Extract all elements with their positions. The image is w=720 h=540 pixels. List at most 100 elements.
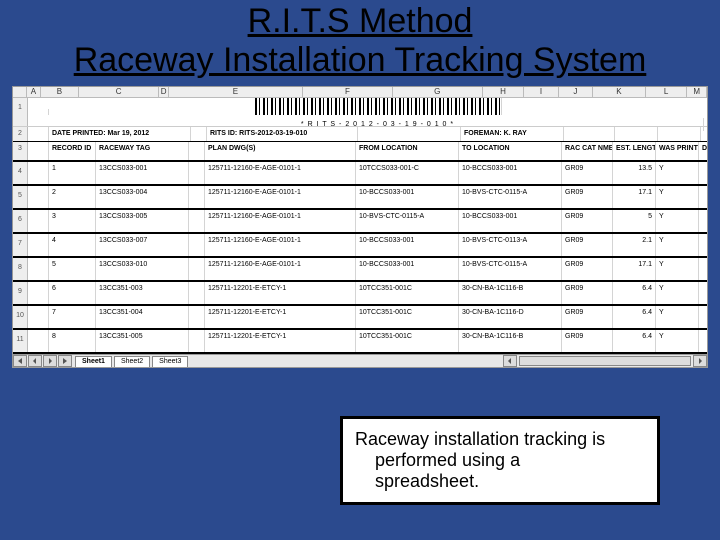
cell-to[interactable]: 30-CN-BA-1C116-D — [459, 306, 562, 328]
cell-from[interactable]: 10-BVS-CTC-0115-A — [356, 210, 459, 232]
cell-was-printed[interactable]: Y — [656, 306, 699, 328]
hdr-date-installed[interactable]: DATE INSTALLED — [699, 142, 707, 160]
row-header[interactable]: 6 — [13, 210, 28, 232]
sheet-tab-1[interactable]: Sheet1 — [75, 356, 112, 367]
date-printed[interactable]: DATE PRINTED: Mar 19, 2012 — [49, 127, 191, 141]
col-K[interactable]: K — [593, 87, 646, 98]
cell-raccat[interactable]: GR09 — [562, 210, 613, 232]
col-A[interactable]: A — [27, 87, 41, 98]
cell-date-installed[interactable] — [699, 210, 707, 232]
cell-was-printed[interactable]: Y — [656, 186, 699, 208]
cell-from[interactable]: 10-BCCS033-001 — [356, 186, 459, 208]
row-header-3[interactable]: 3 — [13, 142, 28, 160]
col-M[interactable]: M — [687, 87, 707, 98]
cell-est-length[interactable]: 2.1 — [613, 234, 656, 256]
row-header[interactable]: 5 — [13, 186, 28, 208]
cell-date-installed[interactable] — [699, 162, 707, 184]
cell-plan-dwg[interactable]: 125711-12201-E-ETCY-1 — [205, 330, 356, 352]
cell-raceway-tag[interactable]: 13CCS033-005 — [96, 210, 189, 232]
select-all-cell[interactable] — [13, 87, 27, 98]
cell-to[interactable]: 10-BVS-CTC-0115-A — [459, 186, 562, 208]
cell-est-length[interactable]: 6.4 — [613, 282, 656, 304]
cell-raceway-tag[interactable]: 13CCS033-004 — [96, 186, 189, 208]
cell-from[interactable]: 10-BCCS033-001 — [356, 258, 459, 280]
cell-date-installed[interactable] — [699, 306, 707, 328]
cell-raceway-tag[interactable]: 13CCS033-001 — [96, 162, 189, 184]
cell-date-installed[interactable] — [699, 234, 707, 256]
row-header[interactable]: 9 — [13, 282, 28, 304]
hdr-raccat[interactable]: RAC CAT NMBR — [562, 142, 613, 160]
foreman[interactable]: FOREMAN: K. RAY — [461, 127, 564, 141]
cell-from[interactable]: 10TCC351-001C — [356, 282, 459, 304]
hdr-was-printed[interactable]: WAS PRINTED — [656, 142, 699, 160]
cell-to[interactable]: 10-BCCS033-001 — [459, 210, 562, 232]
cell-to[interactable]: 30-CN-BA-1C116-B — [459, 282, 562, 304]
row-header-1[interactable]: 1 — [13, 98, 28, 126]
cell-was-printed[interactable]: Y — [656, 162, 699, 184]
cell-date-installed[interactable] — [699, 282, 707, 304]
row-header[interactable]: 7 — [13, 234, 28, 256]
cell-est-length[interactable]: 6.4 — [613, 330, 656, 352]
cell-from[interactable]: 10TCC351-001C — [356, 330, 459, 352]
row-header[interactable]: 4 — [13, 162, 28, 184]
cell-was-printed[interactable]: Y — [656, 210, 699, 232]
cell-raccat[interactable]: GR09 — [562, 306, 613, 328]
cell-raceway-tag[interactable]: 13CC351-003 — [96, 282, 189, 304]
cell-plan-dwg[interactable]: 125711-12160-E-AGE-0101-1 — [205, 234, 356, 256]
cell-plan-dwg[interactable]: 125711-12160-E-AGE-0101-1 — [205, 258, 356, 280]
cell-to[interactable]: 30-CN-BA-1C116-B — [459, 330, 562, 352]
row-header[interactable]: 10 — [13, 306, 28, 328]
col-J[interactable]: J — [559, 87, 593, 98]
cell-raceway-tag[interactable]: 13CCS033-010 — [96, 258, 189, 280]
cell-record-id[interactable]: 7 — [49, 306, 96, 328]
cell-raccat[interactable]: GR09 — [562, 258, 613, 280]
cell-record-id[interactable]: 2 — [49, 186, 96, 208]
col-F[interactable]: F — [303, 87, 393, 98]
cell-plan-dwg[interactable]: 125711-12201-E-ETCY-1 — [205, 306, 356, 328]
tab-prev-icon[interactable] — [28, 355, 42, 367]
sheet-tab-3[interactable]: Sheet3 — [152, 356, 188, 367]
cell-from[interactable]: 10TCCS033-001-C — [356, 162, 459, 184]
cell-est-length[interactable]: 5 — [613, 210, 656, 232]
cell-plan-dwg[interactable]: 125711-12160-E-AGE-0101-1 — [205, 162, 356, 184]
tab-next-icon[interactable] — [43, 355, 57, 367]
cell-est-length[interactable]: 13.5 — [613, 162, 656, 184]
cell-record-id[interactable]: 5 — [49, 258, 96, 280]
hdr-record-id[interactable]: RECORD ID — [49, 142, 96, 160]
cell-est-length[interactable]: 17.1 — [613, 186, 656, 208]
col-I[interactable]: I — [524, 87, 558, 98]
col-H[interactable]: H — [483, 87, 525, 98]
row-header-2[interactable]: 2 — [13, 127, 28, 141]
cell-raccat[interactable]: GR09 — [562, 234, 613, 256]
hscroll-left-icon[interactable] — [503, 355, 517, 367]
cell-from[interactable]: 10-BCCS033-001 — [356, 234, 459, 256]
tab-first-icon[interactable] — [13, 355, 27, 367]
cell-was-printed[interactable]: Y — [656, 330, 699, 352]
row-header[interactable]: 8 — [13, 258, 28, 280]
col-C[interactable]: C — [79, 87, 160, 98]
cell-raceway-tag[interactable]: 13CC351-004 — [96, 306, 189, 328]
cell-from[interactable]: 10TCC351-001C — [356, 306, 459, 328]
cell-date-installed[interactable] — [699, 186, 707, 208]
cell-plan-dwg[interactable]: 125711-12160-E-AGE-0101-1 — [205, 210, 356, 232]
hscroll-right-icon[interactable] — [693, 355, 707, 367]
cell-to[interactable]: 10-BVS-CTC-0115-A — [459, 258, 562, 280]
cell-est-length[interactable]: 17.1 — [613, 258, 656, 280]
rits-id[interactable]: RITS ID: RITS-2012-03-19-010 — [207, 127, 358, 141]
cell-raccat[interactable]: GR09 — [562, 282, 613, 304]
cell-record-id[interactable]: 4 — [49, 234, 96, 256]
cell-to[interactable]: 10-BVS-CTC-0113-A — [459, 234, 562, 256]
tab-last-icon[interactable] — [58, 355, 72, 367]
cell-plan-dwg[interactable]: 125711-12160-E-AGE-0101-1 — [205, 186, 356, 208]
cell-date-installed[interactable] — [699, 330, 707, 352]
col-L[interactable]: L — [646, 87, 688, 98]
cell-to[interactable]: 10-BCCS033-001 — [459, 162, 562, 184]
cell-record-id[interactable]: 8 — [49, 330, 96, 352]
row-header[interactable]: 11 — [13, 330, 28, 352]
cell-record-id[interactable]: 3 — [49, 210, 96, 232]
cell-raceway-tag[interactable]: 13CC351-005 — [96, 330, 189, 352]
sheet-tab-2[interactable]: Sheet2 — [114, 356, 150, 367]
cell-est-length[interactable]: 6.4 — [613, 306, 656, 328]
cell-raccat[interactable]: GR09 — [562, 162, 613, 184]
col-D[interactable]: D — [159, 87, 168, 98]
